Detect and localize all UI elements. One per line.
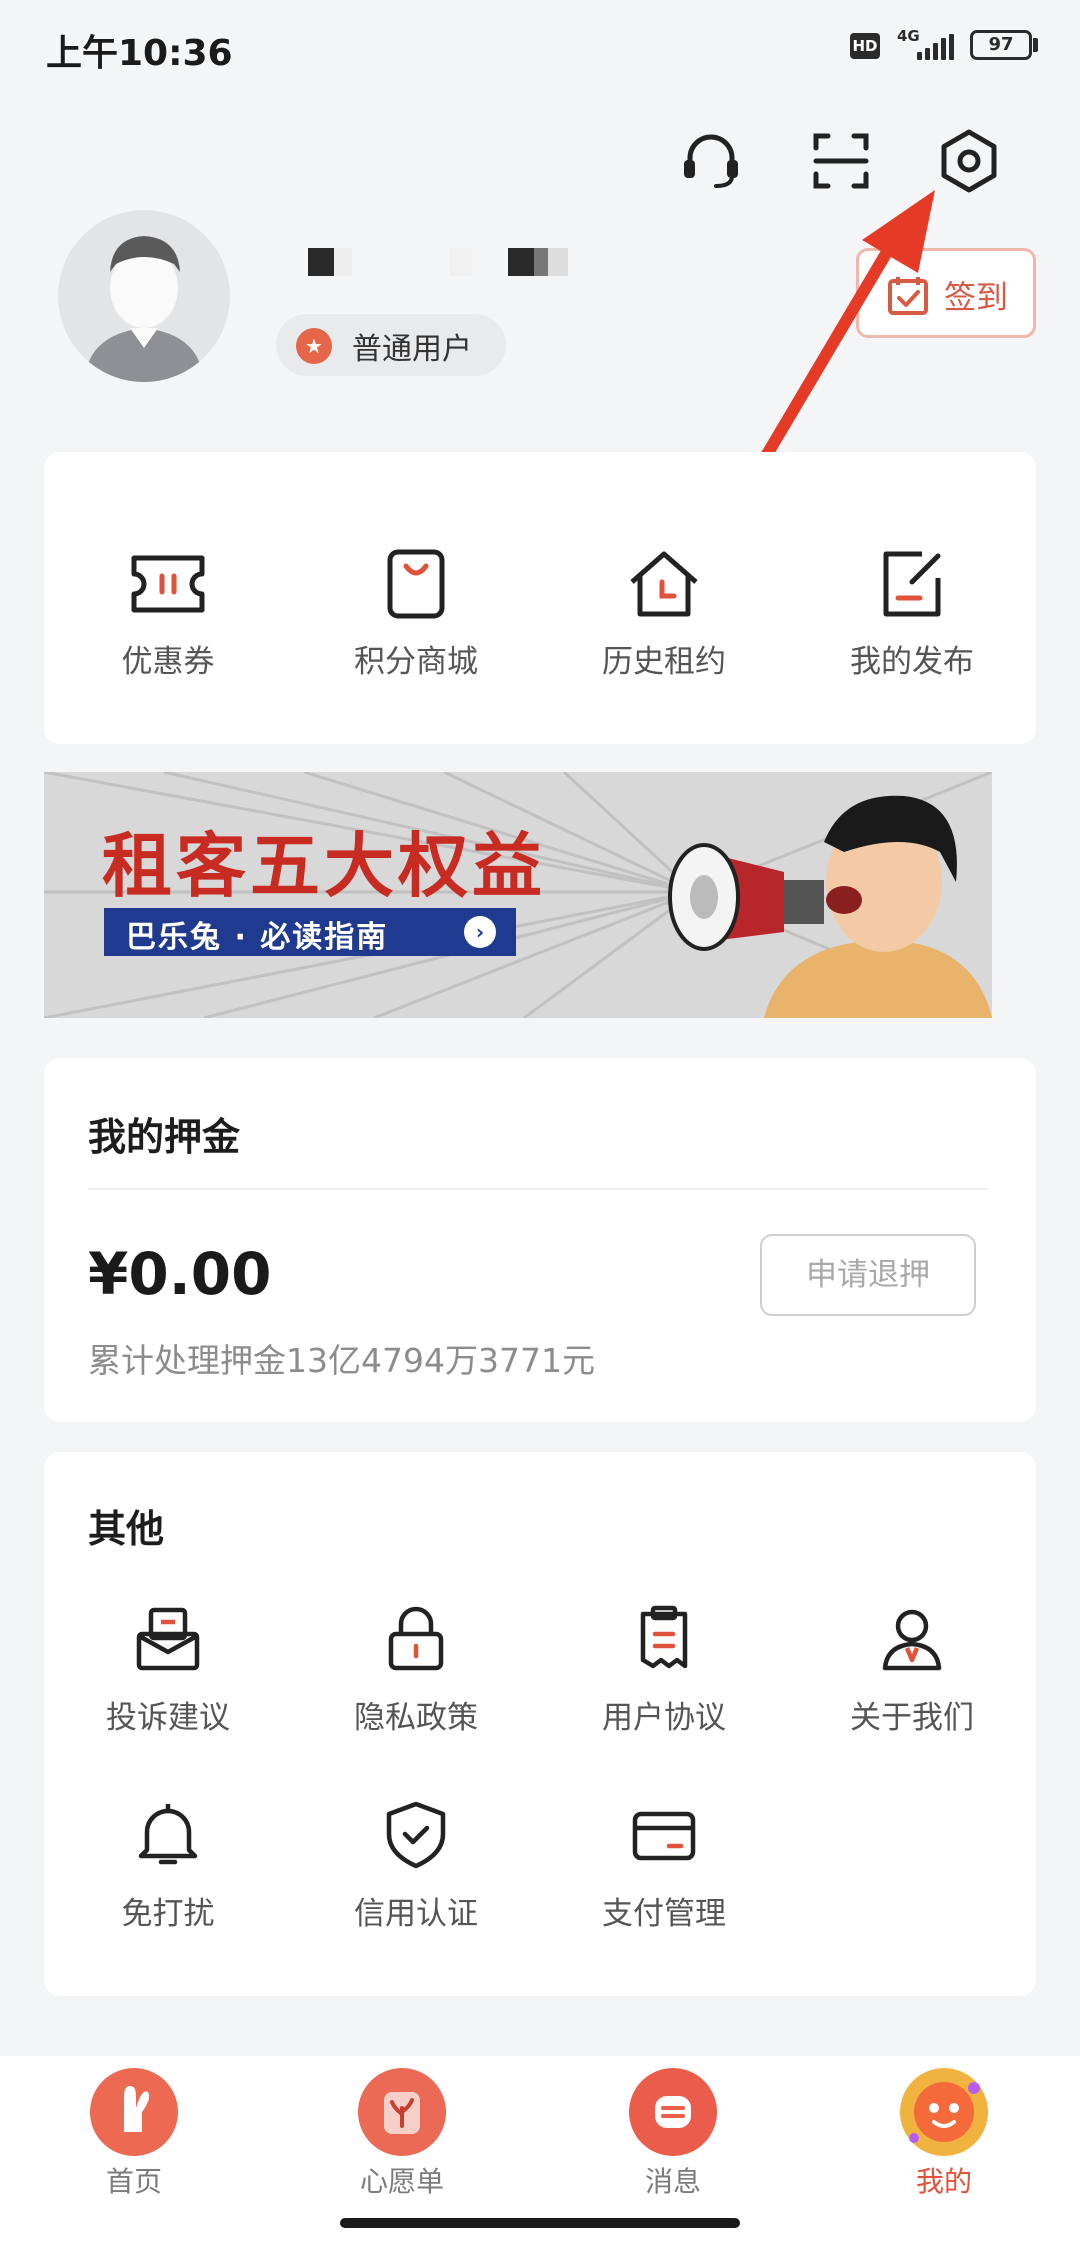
other-item-label: 关于我们 bbox=[850, 1700, 974, 1736]
other-item-payment-management[interactable]: 支付管理 bbox=[540, 1800, 788, 1933]
banner-title: 租客五大权益 bbox=[102, 824, 546, 907]
user-level-label: 普通用户 bbox=[352, 332, 472, 367]
deposit-statistics: 累计处理押金13亿4794万3771元 bbox=[88, 1341, 595, 1380]
tab-label: 消息 bbox=[644, 2165, 701, 2198]
signin-label: 签到 bbox=[944, 278, 1009, 316]
other-item-label: 支付管理 bbox=[602, 1896, 726, 1932]
divider bbox=[88, 1188, 988, 1190]
house-clock-icon bbox=[630, 551, 698, 617]
quick-link-label: 优惠券 bbox=[121, 644, 215, 680]
shopping-bag-icon bbox=[387, 549, 445, 619]
person-icon bbox=[882, 1609, 942, 1671]
other-item-label: 信用认证 bbox=[354, 1896, 478, 1932]
chevron-right-icon: › bbox=[464, 916, 496, 948]
quick-link-label: 我的发布 bbox=[850, 644, 974, 680]
other-item-label: 免打扰 bbox=[121, 1896, 215, 1932]
tab-mine[interactable]: 我的 bbox=[844, 2068, 1044, 2200]
other-item-label: 投诉建议 bbox=[106, 1700, 230, 1736]
other-item-label: 用户协议 bbox=[602, 1700, 726, 1736]
quick-link-label: 积分商城 bbox=[354, 644, 478, 680]
tab-label: 首页 bbox=[105, 2165, 162, 2198]
signal-icon bbox=[917, 34, 957, 60]
other-title: 其他 bbox=[88, 1507, 165, 1551]
other-item-user-agreement[interactable]: 用户协议 bbox=[540, 1604, 788, 1737]
wish-jar-icon bbox=[358, 2068, 446, 2156]
quick-link-history-lease[interactable]: 历史租约 bbox=[540, 548, 788, 681]
home-indicator[interactable] bbox=[340, 2218, 740, 2228]
tab-label: 心愿单 bbox=[359, 2165, 444, 2198]
other-item-do-not-disturb[interactable]: 免打扰 bbox=[44, 1800, 292, 1933]
tab-wishlist[interactable]: 心愿单 bbox=[302, 2068, 502, 2200]
quick-link-points-mall[interactable]: 积分商城 bbox=[292, 548, 540, 681]
avatar[interactable] bbox=[58, 210, 230, 382]
banner-subtitle: 巴乐兔 · 必读指南 bbox=[126, 920, 389, 955]
star-icon: ★ bbox=[296, 328, 332, 364]
quick-link-my-posts[interactable]: 我的发布 bbox=[788, 548, 1036, 681]
battery-icon: 97 bbox=[970, 30, 1032, 60]
message-icon bbox=[629, 2068, 717, 2156]
username-redacted bbox=[280, 240, 600, 282]
other-item-feedback[interactable]: 投诉建议 bbox=[44, 1604, 292, 1737]
other-item-privacy[interactable]: 隐私政策 bbox=[292, 1604, 540, 1737]
tab-home[interactable]: 首页 bbox=[34, 2068, 234, 2200]
refund-deposit-button[interactable]: 申请退押 bbox=[760, 1234, 976, 1316]
coupon-icon bbox=[131, 555, 205, 613]
deposit-amount: ¥0.00 bbox=[88, 1240, 272, 1308]
other-item-label: 隐私政策 bbox=[354, 1700, 478, 1736]
promo-banner[interactable]: 租客五大权益 巴乐兔 · 必读指南 › bbox=[44, 772, 992, 1018]
shield-check-icon bbox=[386, 1801, 446, 1869]
other-item-credit-verification[interactable]: 信用认证 bbox=[292, 1800, 540, 1933]
quick-link-label: 历史租约 bbox=[602, 644, 726, 680]
status-time: 上午10:36 bbox=[46, 33, 233, 74]
megaphone-illustration bbox=[668, 843, 824, 951]
other-item-about-us[interactable]: 关于我们 bbox=[788, 1604, 1036, 1737]
deposit-title: 我的押金 bbox=[88, 1115, 241, 1159]
clipboard-icon bbox=[640, 1605, 688, 1669]
card-icon bbox=[632, 1811, 696, 1861]
mailbox-icon bbox=[136, 1607, 200, 1671]
lock-icon bbox=[388, 1606, 444, 1671]
quick-links-card: 优惠券 积分商城 历史租约 我的发布 bbox=[44, 452, 1036, 744]
tab-label: 我的 bbox=[915, 2165, 972, 2198]
quick-link-coupons[interactable]: 优惠券 bbox=[44, 548, 292, 681]
hd-badge: HD bbox=[850, 33, 880, 59]
edit-note-icon bbox=[883, 551, 941, 617]
mascot-icon bbox=[900, 2068, 988, 2156]
rabbit-home-icon bbox=[90, 2068, 178, 2156]
battery-tip bbox=[1033, 38, 1038, 52]
bell-icon bbox=[138, 1804, 198, 1865]
tab-messages[interactable]: 消息 bbox=[573, 2068, 773, 2200]
